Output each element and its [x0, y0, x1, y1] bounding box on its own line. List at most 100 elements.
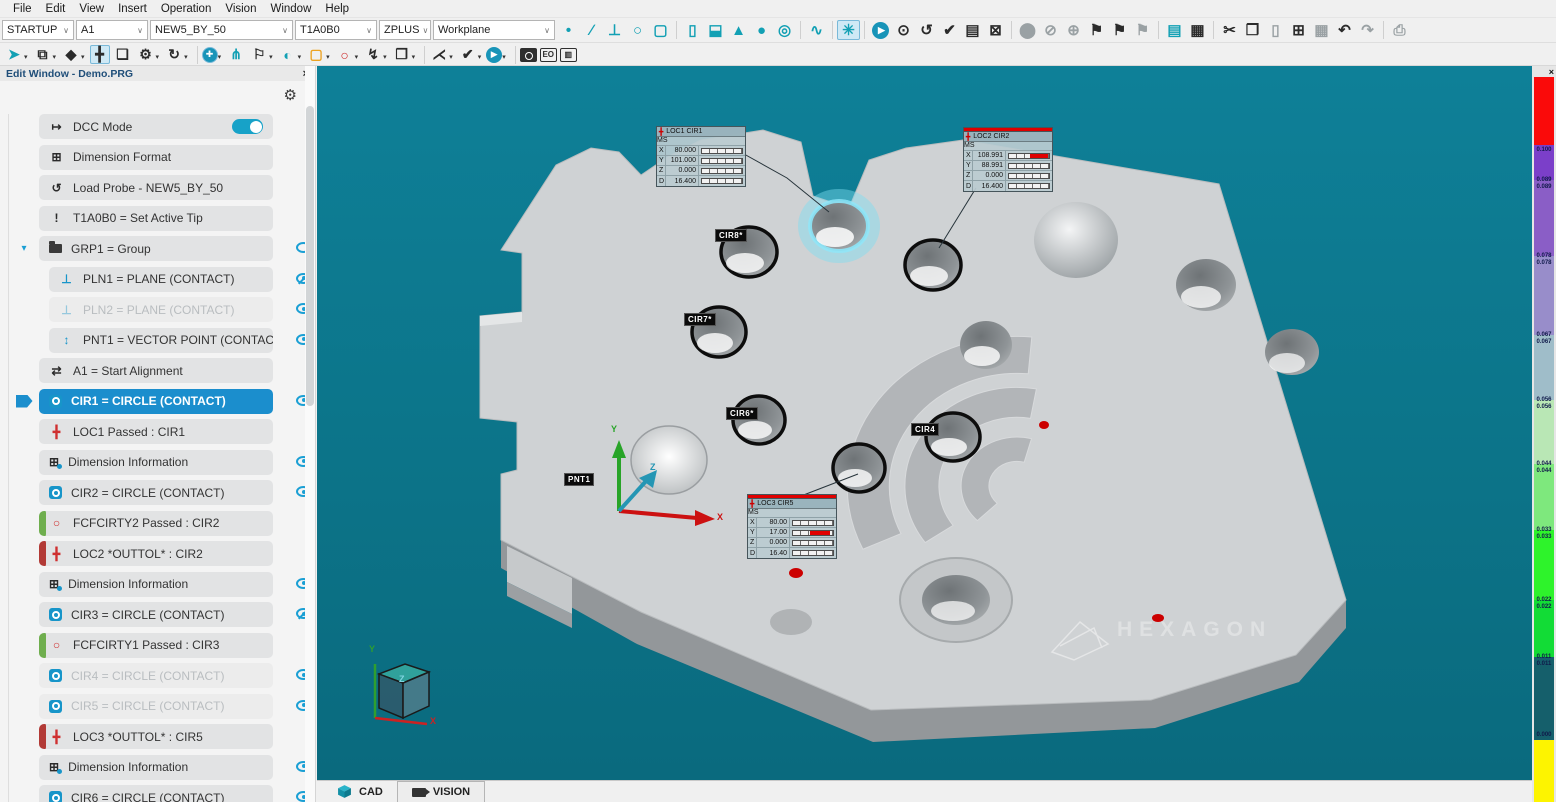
bookmark-clear-icon[interactable]: ⚑	[1131, 20, 1154, 40]
command-dcc[interactable]: ↦DCC Mode	[39, 114, 273, 139]
rotate-view-icon[interactable]: ↻	[164, 45, 184, 64]
copy-window-icon[interactable]: ❐	[392, 45, 412, 64]
report-window-icon[interactable]: ▤	[1163, 20, 1186, 40]
dropdown-arrow-icon[interactable]: ▾	[269, 53, 273, 61]
command-load[interactable]: ↺Load Probe - NEW5_BY_50	[39, 175, 273, 200]
live-view-icon[interactable]: EO	[540, 48, 557, 62]
menu-file[interactable]: File	[6, 3, 39, 15]
menu-window[interactable]: Window	[263, 3, 318, 15]
dropdown-arrow-icon[interactable]: ▾	[24, 53, 28, 61]
copy-icon[interactable]: ❐	[1241, 20, 1264, 40]
dropdown-a1[interactable]: A1∨	[76, 20, 148, 40]
solid-view-icon[interactable]: ◆	[61, 45, 81, 64]
point-feature-icon[interactable]: •	[557, 20, 580, 40]
command-pln2[interactable]: ⊥PLN2 = PLANE (CONTACT)	[49, 297, 273, 322]
round-slot-feature-icon[interactable]: ▢	[649, 20, 672, 40]
dropdown-arrow-icon[interactable]: ▾	[156, 53, 160, 61]
translate-view-icon[interactable]: ✚	[202, 47, 218, 63]
verify-icon[interactable]: ✔	[458, 45, 478, 64]
paste-pattern-icon[interactable]: ⊞	[1287, 20, 1310, 40]
command-loc1[interactable]: ╋LOC1 Passed : CIR1	[39, 419, 273, 444]
cad-viewport[interactable]: HEXAGON ╋LOC1 CIR1MSX80.000Y101.000Z0.00…	[317, 66, 1532, 780]
command-dimension[interactable]: ⊞Dimension Information	[39, 755, 273, 780]
command-loc2[interactable]: ╋LOC2 *OUTTOL* : CIR2	[39, 541, 273, 566]
stop-icon[interactable]: ⬤	[1016, 20, 1039, 40]
command-a1[interactable]: ⇄A1 = Start Alignment	[39, 358, 273, 383]
redo-icon[interactable]: ↷	[1356, 20, 1379, 40]
feature-appearance-icon[interactable]: ⚐	[249, 45, 269, 64]
execute-mini-icon[interactable]: ▶	[486, 47, 502, 63]
pan-icon[interactable]: ╋	[90, 45, 110, 64]
continue-icon[interactable]: ⊕	[1062, 20, 1085, 40]
torus-feature-icon[interactable]: ◎	[773, 20, 796, 40]
dropdown-startup[interactable]: STARTUP∨	[2, 20, 74, 40]
confirm-icon[interactable]: ✔	[938, 20, 961, 40]
dropdown-arrow-icon[interactable]: ▾	[184, 53, 188, 61]
command-loc3[interactable]: ╋LOC3 *OUTTOL* : CIR5	[39, 724, 273, 749]
command-cir4[interactable]: CIR4 = CIRCLE (CONTACT)	[39, 663, 273, 688]
command-cir2[interactable]: CIR2 = CIRCLE (CONTACT)	[39, 480, 273, 505]
surface-view-icon[interactable]: ◐	[278, 45, 298, 64]
dropdown-arrow-icon[interactable]: ▾	[478, 53, 482, 61]
cone-feature-icon[interactable]: ▲	[727, 20, 750, 40]
measurement-strategy-icon[interactable]: ⋌	[429, 45, 449, 64]
feature-label-cir7[interactable]: CIR7*	[684, 313, 716, 326]
command-cir3[interactable]: CIR3 = CIRCLE (CONTACT)	[39, 602, 273, 627]
report-template-icon[interactable]: ▦	[1186, 20, 1209, 40]
command-cir1[interactable]: CIR1 = CIRCLE (CONTACT)	[39, 389, 273, 414]
dropdown-arrow-icon[interactable]: ▾	[53, 53, 57, 61]
cut-icon[interactable]: ✂	[1218, 20, 1241, 40]
feature-label-cir8[interactable]: CIR8*	[715, 229, 747, 242]
paste-icon[interactable]: ▯	[1264, 20, 1287, 40]
camera-icon[interactable]	[520, 48, 537, 62]
dropdown-arrow-icon[interactable]: ▾	[412, 53, 416, 61]
pattern-setup-icon[interactable]: ▦	[1310, 20, 1333, 40]
dropdown-arrow-icon[interactable]: ▾	[326, 53, 330, 61]
dropdown-arrow-icon[interactable]: ▾	[218, 53, 222, 61]
menu-edit[interactable]: Edit	[39, 3, 73, 15]
command-pln1[interactable]: ⊥PLN1 = PLANE (CONTACT)	[49, 267, 273, 292]
execute-feature-icon[interactable]: ⊙	[892, 20, 915, 40]
dropdown-arrow-icon[interactable]: ▾	[502, 53, 506, 61]
dcc-mode-toggle[interactable]	[232, 119, 263, 134]
sphere-feature-icon[interactable]: ●	[750, 20, 773, 40]
optimize-path-icon[interactable]: ⚙	[136, 45, 156, 64]
execute-program-icon[interactable]: ▶	[869, 20, 892, 40]
panel-settings-button[interactable]: ⚙	[284, 86, 297, 104]
menu-insert[interactable]: Insert	[111, 3, 154, 15]
feature-label-pnt1[interactable]: PNT1	[564, 473, 594, 486]
circle-feature-icon[interactable]: ○	[626, 20, 649, 40]
menu-help[interactable]: Help	[318, 3, 356, 15]
dropdown-zplus[interactable]: ZPLUS∨	[379, 20, 431, 40]
auto-feature-icon[interactable]: ✳	[837, 20, 860, 40]
dropdown-arrow-icon[interactable]: ▾	[81, 53, 85, 61]
sidebar-scrollbar[interactable]	[305, 66, 315, 802]
feature-label-cir4[interactable]: CIR4	[911, 423, 939, 436]
highlight-circle-icon[interactable]: ○	[335, 45, 355, 64]
dropdown-new5_by_50[interactable]: NEW5_BY_50∨	[150, 20, 293, 40]
command-pnt1[interactable]: ↕PNT1 = VECTOR POINT (CONTAC	[49, 328, 273, 353]
histogram-icon[interactable]: ▥	[560, 48, 577, 62]
command-dimension[interactable]: ⊞Dimension Information	[39, 450, 273, 475]
command-cir5[interactable]: CIR5 = CIRCLE (CONTACT)	[39, 694, 273, 719]
dropdown-arrow-icon[interactable]: ▾	[449, 53, 453, 61]
bookmark-icon[interactable]: ⚑	[1085, 20, 1108, 40]
cylinder-feature-icon[interactable]: ⬓	[704, 20, 727, 40]
print-icon[interactable]: ⎙	[1388, 20, 1411, 40]
dropdown-arrow-icon[interactable]: ▾	[298, 53, 302, 61]
menu-operation[interactable]: Operation	[154, 3, 219, 15]
loop-icon[interactable]: ↺	[915, 20, 938, 40]
command-t1a0b0[interactable]: !T1A0B0 = Set Active Tip	[39, 206, 273, 231]
command-fcfcirty1[interactable]: ○FCFCIRTY1 Passed : CIR3	[39, 633, 273, 658]
probe-toggle-icon[interactable]: ⋔	[226, 45, 246, 64]
view-setup-icon[interactable]: ⧉	[33, 45, 53, 64]
command-dimension[interactable]: ⊞Dimension Information	[39, 572, 273, 597]
marked-sets-icon[interactable]: ▤	[961, 20, 984, 40]
scrollbar-thumb[interactable]	[306, 106, 314, 406]
expand-arrow-icon[interactable]: ▾	[21, 243, 26, 254]
dropdown-arrow-icon[interactable]: ▾	[355, 53, 359, 61]
tab-vision[interactable]: VISION	[397, 781, 485, 802]
highlight-slot-icon[interactable]: ▢	[306, 45, 326, 64]
undo-icon[interactable]: ↶	[1333, 20, 1356, 40]
command-dimension[interactable]: ⊞Dimension Format	[39, 145, 273, 170]
